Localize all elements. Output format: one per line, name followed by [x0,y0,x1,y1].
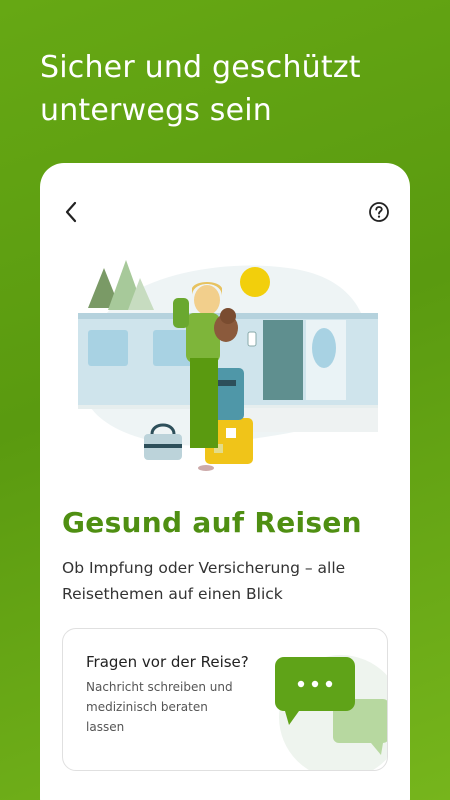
back-button[interactable] [58,199,84,225]
ask-before-travel-card[interactable]: Fragen vor der Reise? Nachricht schreibe… [62,628,388,771]
card-description: Ob Impfung oder Versicherung – alle Reis… [62,559,346,603]
travel-info-card: Gesund auf Reisen Ob Impfung oder Versic… [40,163,410,800]
chevron-left-icon [65,201,77,223]
chat-card-title: Fragen vor der Reise? [86,653,249,671]
card-title: Gesund auf Reisen [62,506,362,539]
chat-card-subtitle: Nachricht schreiben und medizinisch bera… [86,680,233,734]
page-headline: Sicher und geschützt unterwegs sein [40,50,361,128]
travel-illustration [78,260,378,471]
chat-bubbles-icon [275,655,387,770]
question-circle-icon[interactable] [368,201,390,223]
